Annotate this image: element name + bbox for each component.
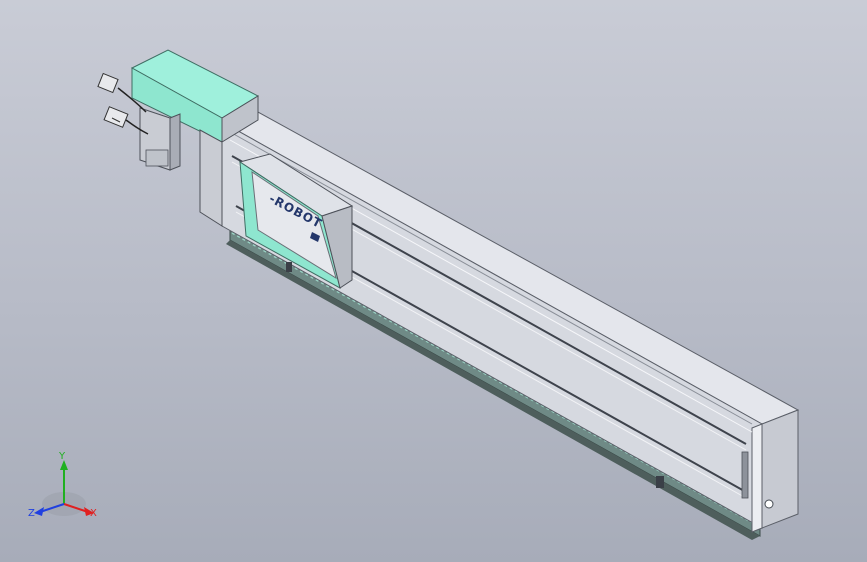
limit-sensor[interactable] [656, 476, 664, 488]
actuator-body[interactable] [220, 111, 800, 533]
graphics-viewport[interactable]: -ROBOT Y X Z [0, 0, 867, 562]
servo-motor[interactable] [139, 107, 181, 171]
model-view[interactable]: -ROBOT Y X Z [0, 0, 867, 562]
triad-x-label: X [90, 508, 97, 519]
triad-z-arrow [34, 507, 44, 516]
triad-y-label: Y [58, 451, 66, 462]
coordinate-triad: Y X Z [28, 451, 97, 519]
triad-z-label: Z [28, 508, 35, 519]
